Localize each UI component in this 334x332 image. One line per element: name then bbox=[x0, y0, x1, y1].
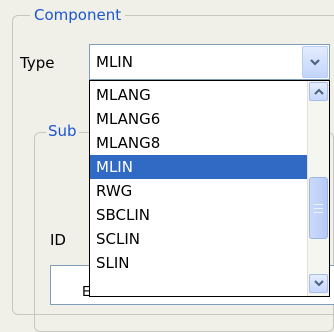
vertical-scrollbar[interactable] bbox=[307, 81, 329, 296]
scroll-down-button[interactable] bbox=[309, 274, 328, 293]
sub-group-title: Sub bbox=[46, 122, 79, 140]
id-label: ID bbox=[50, 231, 66, 249]
list-item[interactable]: SBCLIN bbox=[90, 203, 309, 227]
grip-icon bbox=[314, 203, 323, 213]
type-dropdown-list[interactable]: MLANG MLANG6 MLANG8 MLIN RWG SBCLIN SCLI… bbox=[89, 80, 330, 297]
scroll-up-arrow-icon bbox=[313, 88, 324, 95]
list-item[interactable]: MLANG8 bbox=[90, 131, 309, 155]
list-item[interactable]: RWG bbox=[90, 179, 309, 203]
combobox-dropdown-button[interactable] bbox=[302, 46, 328, 78]
list-item[interactable]: SCLIN bbox=[90, 227, 309, 251]
list-item[interactable]: MLANG6 bbox=[90, 107, 309, 131]
type-combobox[interactable]: MLIN bbox=[89, 44, 330, 80]
scroll-up-button[interactable] bbox=[309, 82, 328, 101]
list-item[interactable]: SLIN bbox=[90, 251, 309, 275]
type-label: Type bbox=[20, 54, 55, 72]
scroll-thumb[interactable] bbox=[309, 177, 328, 239]
scroll-down-arrow-icon bbox=[313, 280, 324, 287]
chevron-down-icon bbox=[310, 58, 320, 66]
list-item-selected[interactable]: MLIN bbox=[90, 155, 309, 179]
component-group-title: Component bbox=[30, 6, 126, 24]
list-item[interactable]: MLANG bbox=[90, 83, 309, 107]
type-combobox-value: MLIN bbox=[96, 53, 133, 71]
